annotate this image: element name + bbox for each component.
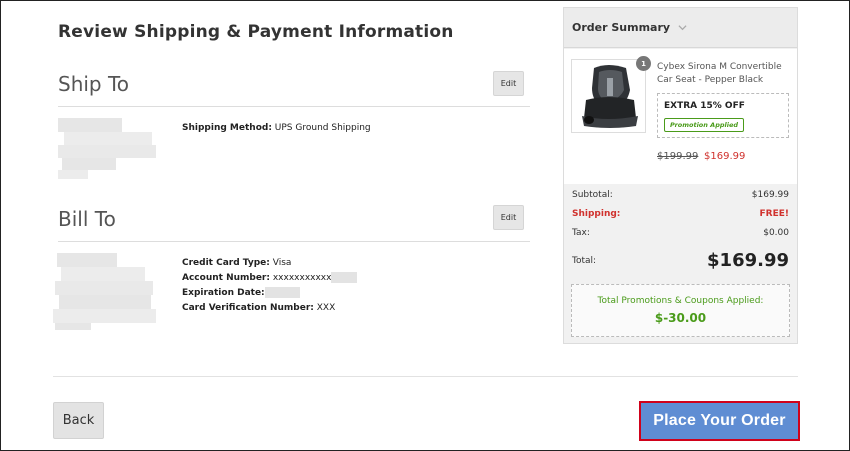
product-image (571, 59, 646, 133)
cvn-value: XXX (316, 303, 336, 313)
expiration-line: Expiration Date: (182, 286, 357, 301)
account-number-line: Account Number: xxxxxxxxxxx (182, 271, 358, 286)
payment-details: Credit Card Type: Visa Account Number: x… (182, 256, 358, 316)
back-button[interactable]: Back (53, 402, 104, 439)
bill-to-title: Bill To (58, 207, 116, 231)
cvn-line: Card Verification Number: XXX (182, 301, 357, 316)
ship-to-divider (58, 106, 530, 107)
billing-address-redacted (53, 253, 158, 331)
promotion-title: EXTRA 15% OFF (664, 101, 745, 111)
order-summary-panel: Order Summary 1 Cybex Sirona M Convertib… (563, 7, 798, 344)
chevron-down-icon (678, 25, 687, 31)
shipping-method-value: UPS Ground Shipping (274, 123, 371, 133)
car-seat-image (572, 60, 645, 132)
order-summary-title: Order Summary (572, 21, 671, 34)
card-type-line: Credit Card Type: Visa (182, 256, 357, 271)
place-order-label: Place Your Order (642, 404, 797, 438)
bill-to-divider (58, 241, 530, 242)
total-row: Total: $169.99 (572, 250, 789, 271)
order-summary-header[interactable]: Order Summary (564, 8, 797, 48)
shipping-method-label: Shipping Method: (182, 123, 272, 133)
subtotal-row: Subtotal: $169.99 (572, 190, 789, 200)
tax-label: Tax: (572, 228, 590, 238)
shipping-value: FREE! (759, 209, 789, 219)
promotions-total-box: Total Promotions & Coupons Applied: $-30… (571, 284, 790, 337)
promotion-applied-badge: Promotion Applied (664, 118, 745, 132)
shipping-label: Shipping: (572, 209, 621, 219)
bill-to-edit-button[interactable]: Edit (493, 205, 524, 230)
quantity-badge: 1 (636, 56, 651, 71)
order-item: 1 Cybex Sirona M Convertible Car Seat - … (564, 49, 797, 184)
tax-value: $0.00 (763, 228, 789, 238)
place-order-button[interactable]: Place Your Order (639, 401, 800, 441)
ship-to-title: Ship To (58, 72, 130, 96)
promotions-total-label: Total Promotions & Coupons Applied: (597, 296, 764, 306)
ship-to-edit-button[interactable]: Edit (493, 71, 524, 96)
original-price: $199.99 (657, 151, 699, 162)
total-label: Total: (572, 255, 597, 266)
subtotal-label: Subtotal: (572, 190, 613, 200)
page-title: Review Shipping & Payment Information (58, 22, 454, 42)
shipping-address-redacted (58, 118, 158, 180)
total-value: $169.99 (707, 250, 789, 271)
account-number-value: xxxxxxxxxxx (272, 273, 332, 283)
product-name[interactable]: Cybex Sirona M Convertible Car Seat - Pe… (657, 61, 787, 87)
account-number-label: Account Number: (182, 273, 270, 283)
promotion-box: EXTRA 15% OFF Promotion Applied (657, 93, 789, 138)
expiration-redacted (264, 287, 300, 298)
actions-divider (53, 376, 798, 377)
expiration-label: Expiration Date: (182, 288, 265, 298)
shipping-row: Shipping: FREE! (572, 209, 789, 219)
cvn-label: Card Verification Number: (182, 303, 314, 313)
sale-price: $169.99 (704, 151, 746, 162)
card-type-value: Visa (272, 258, 292, 268)
account-number-redacted (331, 272, 358, 283)
promotions-total-value: $-30.00 (654, 311, 707, 325)
tax-row: Tax: $0.00 (572, 228, 789, 238)
subtotal-value: $169.99 (751, 190, 789, 200)
shipping-method: Shipping Method: UPS Ground Shipping (182, 121, 371, 136)
card-type-label: Credit Card Type: (182, 258, 270, 268)
